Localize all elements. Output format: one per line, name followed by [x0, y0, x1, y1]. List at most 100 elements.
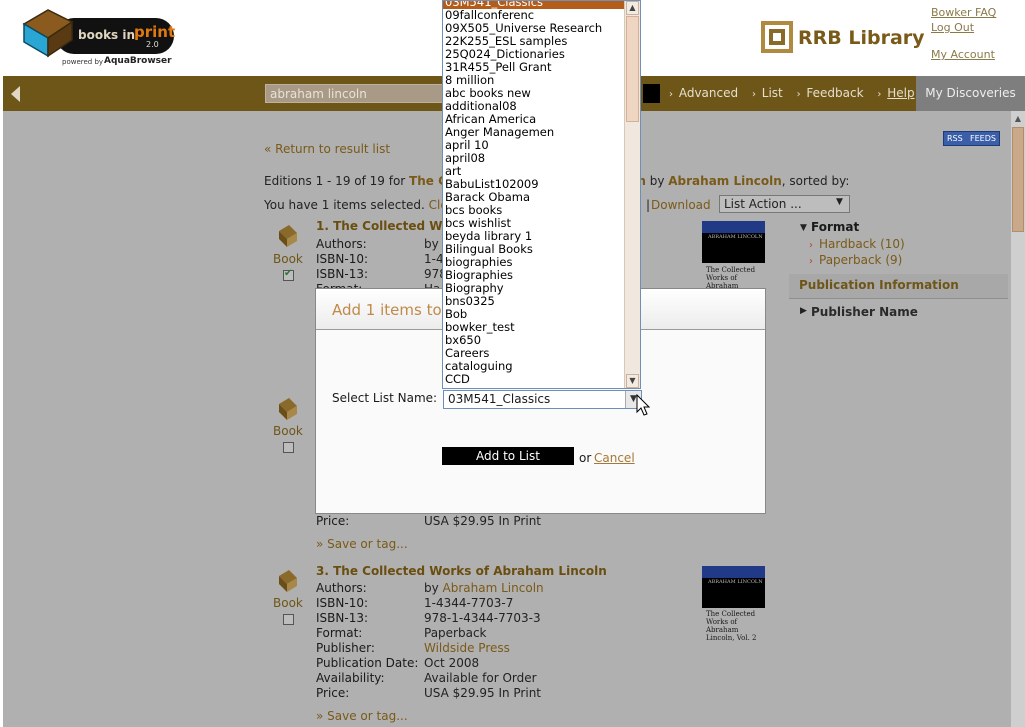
selection-text: You have 1 items selected.: [264, 198, 429, 212]
book-icon: [279, 225, 297, 247]
field-label: Authors:: [316, 237, 367, 251]
scroll-down-arrow-icon[interactable]: ▼: [626, 374, 639, 388]
dropdown-option[interactable]: 09X505_Universe Research: [443, 22, 626, 35]
dropdown-option[interactable]: 25Q024_Dictionaries: [443, 48, 626, 61]
dropdown-option[interactable]: Biography: [443, 282, 626, 295]
feedback-link[interactable]: Feedback: [806, 86, 863, 100]
my-account-link[interactable]: My Account: [931, 47, 996, 62]
list-name-select[interactable]: 03M541_Classics ▼: [443, 390, 642, 409]
dropdown-option[interactable]: CCD: [443, 373, 626, 386]
list-action-value: List Action ...: [724, 197, 802, 211]
dropdown-option[interactable]: 03M541_Classics: [443, 1, 626, 9]
scroll-up-arrow-icon[interactable]: ▲: [1013, 114, 1023, 124]
logo-text-2: print: [134, 23, 176, 41]
mouse-cursor-icon: [636, 394, 650, 416]
field-label: Publication Date:: [316, 656, 419, 670]
dropdown-option[interactable]: Anger Managemen: [443, 126, 626, 139]
field-label: ISBN-10:: [316, 596, 369, 610]
book-cover-image[interactable]: ABRAHAM LINCOLN: [702, 221, 765, 263]
rss-feeds-button[interactable]: RSS FEEDS: [943, 131, 1000, 146]
list-link[interactable]: List: [762, 86, 783, 100]
dropdown-option[interactable]: biographies: [443, 256, 626, 269]
cancel-link[interactable]: Cancel: [594, 451, 635, 465]
result-2-checkbox[interactable]: [283, 442, 294, 453]
bowker-faq-link[interactable]: Bowker FAQ: [931, 5, 996, 20]
dropdown-option[interactable]: april 10: [443, 139, 626, 152]
dropdown-option[interactable]: 22K255_ESL samples: [443, 35, 626, 48]
page-scrollbar-thumb[interactable]: [1012, 127, 1024, 232]
dropdown-option[interactable]: april08: [443, 152, 626, 165]
author-link[interactable]: Abraham Lincoln: [443, 581, 544, 595]
dropdown-option[interactable]: Careers: [443, 347, 626, 360]
search-input[interactable]: abraham lincoln: [265, 84, 445, 103]
help-link[interactable]: Help: [887, 86, 914, 100]
field-label: Price:: [316, 686, 350, 700]
dropdown-option[interactable]: 31R455_Pell Grant: [443, 61, 626, 74]
field-value: 978-1-4344-7703-3: [424, 611, 541, 625]
dropdown-option[interactable]: 8 million: [443, 74, 626, 87]
search-button[interactable]: [643, 84, 660, 103]
advanced-link[interactable]: Advanced: [679, 86, 738, 100]
return-to-results-link[interactable]: « Return to result list: [264, 142, 390, 156]
triangle-right-icon: ▶: [800, 306, 807, 316]
dropdown-option[interactable]: bx650: [443, 334, 626, 347]
cover-title: The Collected Works of Abraham Lincoln, …: [706, 610, 757, 642]
dropdown-option[interactable]: art: [443, 165, 626, 178]
field-label: Publisher:: [316, 641, 375, 655]
list-name-dropdown[interactable]: 03M541_Classics 09fallconferenc 09X505_Uni…: [442, 0, 641, 389]
dropdown-option[interactable]: abc books new: [443, 87, 626, 100]
dropdown-option[interactable]: African America: [443, 113, 626, 126]
result-3-checkbox[interactable]: [283, 614, 294, 625]
dropdown-option[interactable]: Biographies: [443, 269, 626, 282]
publication-info-header: Publication Information: [789, 274, 1008, 299]
field-label: ISBN-13:: [316, 611, 369, 625]
dropdown-option[interactable]: beyda library 1: [443, 230, 626, 243]
publisher-link[interactable]: Wildside Press: [424, 641, 510, 655]
dropdown-option[interactable]: BabuList102009: [443, 178, 626, 191]
editions-summary-tail: oln by Abraham Lincoln, sorted by:: [625, 174, 849, 188]
dropdown-scrollbar-thumb[interactable]: [626, 16, 639, 122]
field-value: USA $29.95 In Print: [424, 686, 542, 700]
result-1-title-link[interactable]: 1. The Collected Wo: [316, 219, 450, 233]
dropdown-option[interactable]: cataloguing: [443, 360, 626, 373]
books-in-print-logo[interactable]: books in print 2.0 powered by AquaBrowse…: [22, 8, 182, 70]
facet-format-title[interactable]: Format: [811, 220, 859, 234]
cover-author: ABRAHAM LINCOLN: [708, 579, 763, 585]
author-prefix: by: [424, 581, 443, 595]
save-or-tag-link[interactable]: » Save or tag...: [316, 537, 408, 551]
back-arrow-icon[interactable]: [11, 86, 20, 102]
editions-author-link[interactable]: Abraham Lincoln: [668, 174, 782, 188]
scroll-up-arrow-icon[interactable]: ▲: [626, 1, 639, 15]
field-label: Price:: [316, 514, 350, 528]
chevron-right-icon: ›: [809, 256, 813, 267]
library-logo: RRB Library: [760, 20, 925, 57]
dropdown-option[interactable]: 09fallconferenc: [443, 9, 626, 22]
dropdown-option[interactable]: additional08: [443, 100, 626, 113]
facet-paperback[interactable]: › Paperback (9): [809, 253, 902, 267]
dropdown-option[interactable]: bowker_test: [443, 321, 626, 334]
field-value: by Abraham Lincoln: [424, 581, 544, 595]
save-or-tag-link[interactable]: » Save or tag...: [316, 709, 408, 723]
dropdown-option[interactable]: bns0325: [443, 295, 626, 308]
dropdown-option[interactable]: Bob: [443, 308, 626, 321]
field-label: Authors:: [316, 581, 367, 595]
dropdown-option[interactable]: Barack Obama: [443, 191, 626, 204]
dropdown-option[interactable]: bcs books: [443, 204, 626, 217]
download-link[interactable]: Download: [651, 198, 711, 212]
result-1-checkbox[interactable]: [283, 268, 294, 281]
logout-link[interactable]: Log Out: [931, 20, 996, 35]
item-type: Book: [273, 596, 303, 610]
field-value: by: [424, 237, 439, 251]
rss-left: RSS: [947, 134, 963, 143]
publisher-name-facet[interactable]: Publisher Name: [811, 305, 918, 319]
field-value: 1-4344-7703-7: [424, 596, 514, 610]
or-text: or: [579, 451, 592, 465]
dropdown-option[interactable]: Bilingual Books: [443, 243, 626, 256]
list-action-select[interactable]: List Action ... ▼: [719, 195, 850, 213]
add-to-list-button[interactable]: Add to List: [442, 447, 574, 465]
facet-hardback[interactable]: › Hardback (10): [809, 237, 905, 251]
book-cover-image[interactable]: ABRAHAM LINCOLN: [702, 566, 765, 608]
dropdown-option[interactable]: bcs wishlist: [443, 217, 626, 230]
my-discoveries-tab[interactable]: My Discoveries: [916, 76, 1025, 111]
result-3-title-link[interactable]: 3. The Collected Works of Abraham Lincol…: [316, 564, 607, 578]
